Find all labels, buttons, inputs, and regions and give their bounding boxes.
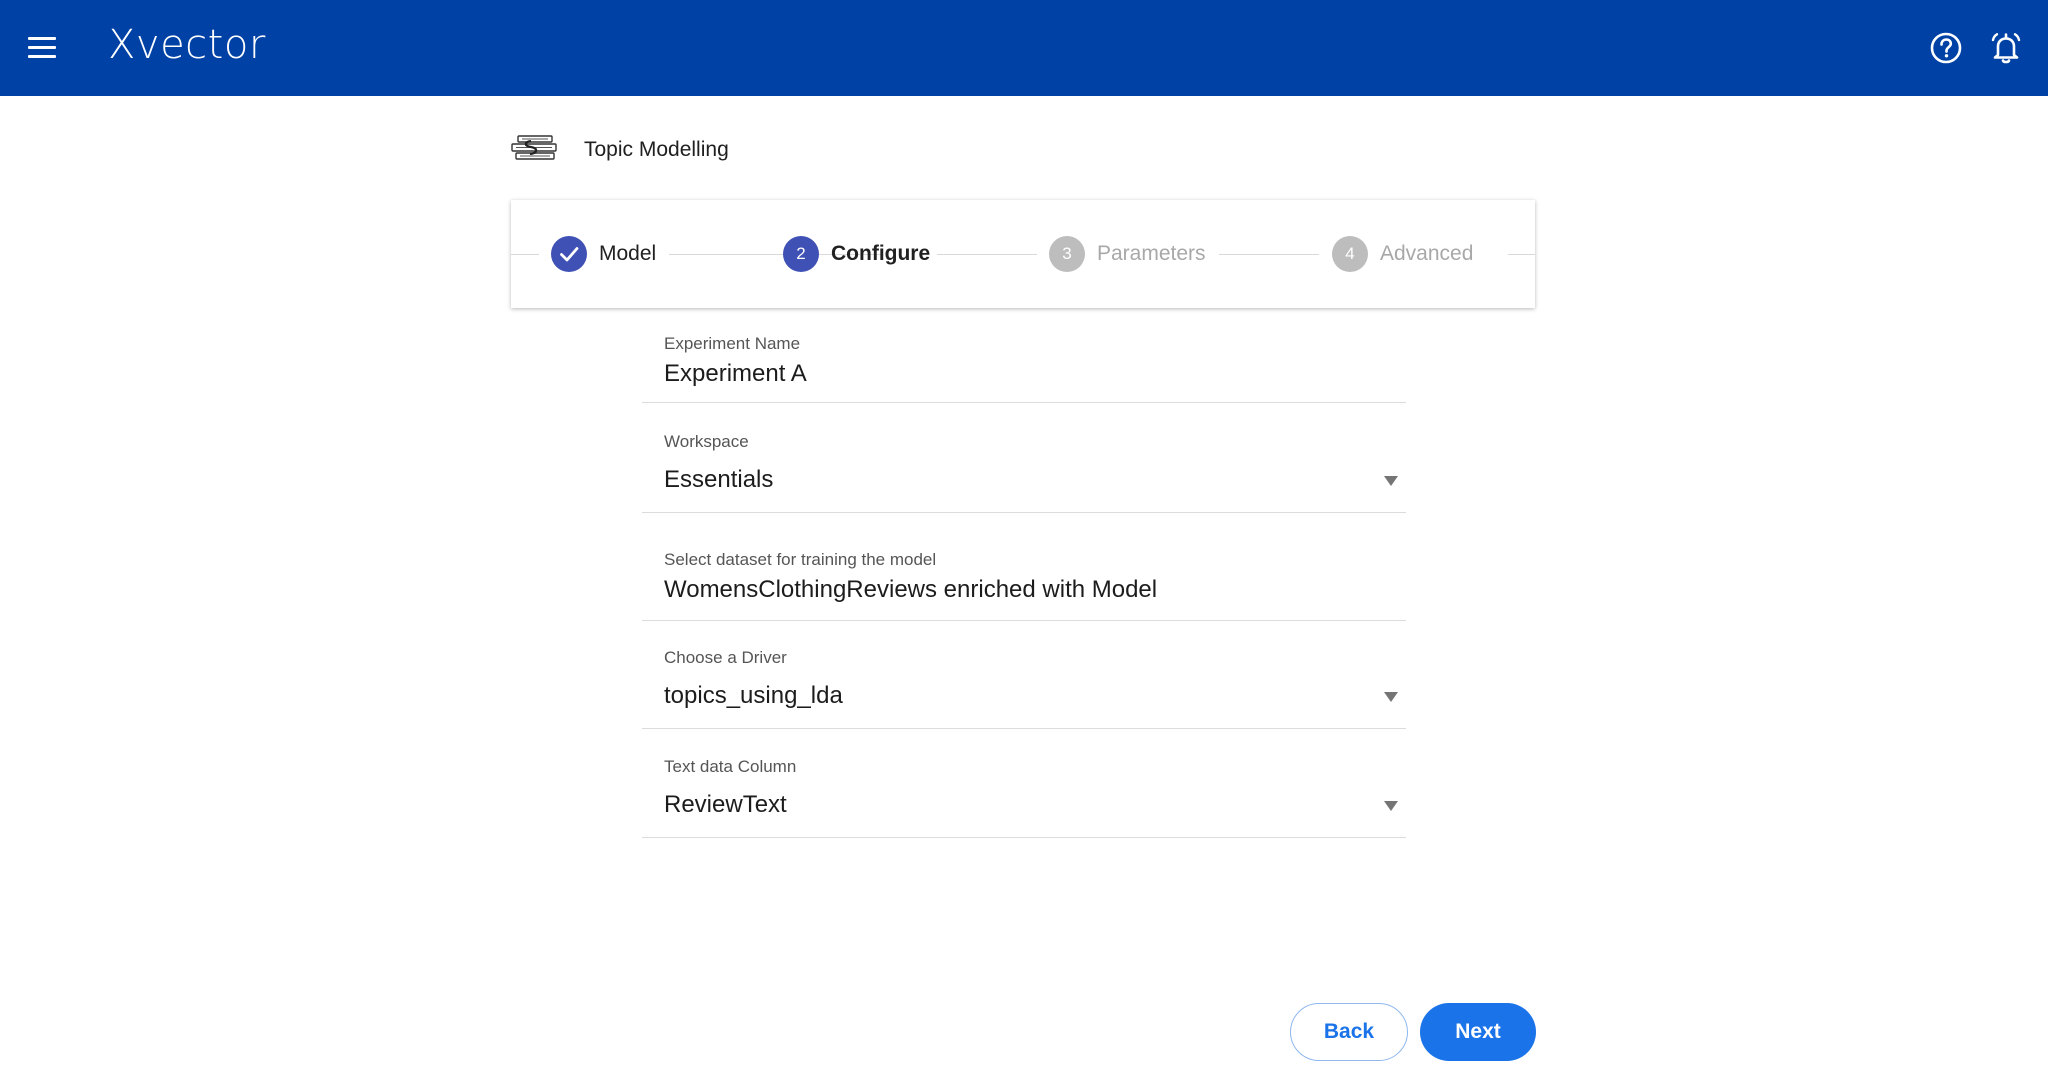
step-connector bbox=[1508, 254, 1535, 255]
caret-down-icon[interactable] bbox=[1384, 801, 1398, 811]
menu-icon[interactable] bbox=[22, 26, 62, 70]
step-connector bbox=[511, 254, 539, 255]
field-label: Experiment Name bbox=[664, 334, 801, 353]
top-app-bar: Xvector bbox=[0, 0, 2048, 96]
step-label: Configure bbox=[831, 242, 931, 265]
step-connector bbox=[937, 254, 1037, 255]
caret-down-icon[interactable] bbox=[1384, 476, 1398, 486]
experiment-name-field[interactable]: Experiment Name Experiment A bbox=[642, 326, 1406, 403]
driver-value[interactable]: topics_using_lda bbox=[664, 682, 843, 710]
text-column-value[interactable]: ReviewText bbox=[664, 791, 787, 819]
step-connector bbox=[1219, 254, 1319, 255]
app-logo: Xvector bbox=[108, 22, 266, 68]
step-label: Advanced bbox=[1380, 242, 1474, 265]
bell-icon[interactable] bbox=[1986, 28, 2026, 68]
field-label: Select dataset for training the model bbox=[664, 550, 937, 569]
step-advanced[interactable]: 4 Advanced bbox=[1332, 236, 1473, 272]
step-parameters[interactable]: 3 Parameters bbox=[1049, 236, 1206, 272]
workspace-select[interactable]: Workspace Essentials bbox=[642, 424, 1406, 513]
step-number: 4 bbox=[1332, 236, 1368, 272]
caret-down-icon[interactable] bbox=[1384, 692, 1398, 702]
check-icon bbox=[551, 236, 587, 272]
help-circle-icon[interactable] bbox=[1926, 28, 1966, 68]
driver-select[interactable]: Choose a Driver topics_using_lda bbox=[642, 640, 1406, 729]
dataset-value[interactable]: WomensClothingReviews enriched with Mode… bbox=[664, 576, 1157, 604]
next-button[interactable]: Next bbox=[1420, 1003, 1536, 1061]
workspace-value[interactable]: Essentials bbox=[664, 466, 773, 494]
wizard-stepper: Model 2 Configure 3 Parameters 4 Advance… bbox=[511, 200, 1535, 308]
page-title: Topic Modelling bbox=[584, 138, 729, 161]
step-label: Model bbox=[599, 242, 657, 265]
experiment-name-input[interactable]: Experiment A bbox=[664, 360, 807, 388]
step-configure[interactable]: 2 Configure bbox=[783, 236, 930, 272]
field-label: Text data Column bbox=[664, 757, 797, 776]
step-model[interactable]: Model bbox=[551, 236, 656, 272]
page-header: Topic Modelling bbox=[510, 130, 729, 170]
back-button[interactable]: Back bbox=[1290, 1003, 1408, 1061]
step-number: 3 bbox=[1049, 236, 1085, 272]
field-label: Workspace bbox=[664, 432, 749, 451]
field-label: Choose a Driver bbox=[664, 648, 787, 667]
dataset-field[interactable]: Select dataset for training the model Wo… bbox=[642, 544, 1406, 621]
text-column-select[interactable]: Text data Column ReviewText bbox=[642, 749, 1406, 838]
step-number: 2 bbox=[783, 236, 819, 272]
topic-model-icon bbox=[510, 133, 560, 168]
step-label: Parameters bbox=[1097, 242, 1206, 265]
